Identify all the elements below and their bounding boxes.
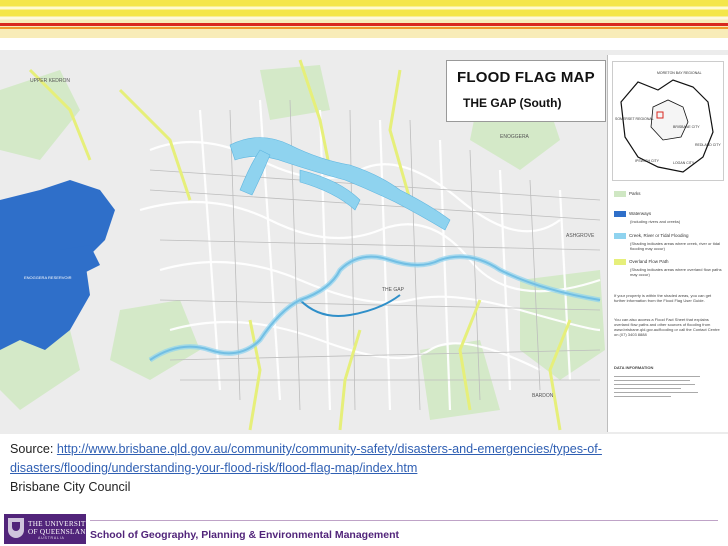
data-information-block: [614, 373, 709, 423]
map-title-box: FLOOD FLAG MAP THE GAP (South): [446, 60, 606, 122]
source-line: Source: http://www.brisbane.qld.gov.au/c…: [10, 440, 728, 459]
university-crest-icon: [8, 518, 24, 538]
label-enoggera: ENOGGERA: [500, 134, 530, 140]
legend-label-overland: Overland Flow Path: [629, 259, 669, 265]
legend-note-overland: (Shading indicates areas where overland …: [630, 267, 722, 277]
data-information-heading: DATA INFORMATION: [614, 365, 654, 370]
label-enoggera-reservoir: ENOGGERA RESERVOIR: [24, 275, 72, 280]
label-bardon: BARDON: [532, 393, 554, 399]
source-attribution: Brisbane City Council: [10, 480, 131, 494]
legend-item-flooding: Creek, River or Tidal Flooding: [614, 233, 689, 239]
inset-label-brisbane: BRISBANE CITY: [673, 125, 700, 129]
waterways-swatch: [614, 211, 626, 217]
overland-swatch: [614, 259, 626, 265]
label-ashgrove: ASHGROVE: [566, 233, 595, 239]
source-link-continued[interactable]: disasters/flooding/understanding-your-fl…: [10, 461, 417, 475]
logo-line-3: AUSTRALIA: [38, 536, 65, 540]
map-title: FLOOD FLAG MAP: [457, 69, 595, 86]
inset-label-ipswich: IPSWICH CITY: [635, 159, 660, 163]
footer-divider: [90, 520, 718, 521]
legend-item-waterways: Waterways: [614, 211, 651, 217]
logo-line-2: OF QUEENSLAND: [28, 528, 92, 536]
label-the-gap: THE GAP: [382, 287, 405, 293]
university-logo: THE UNIVERSITY OF QUEENSLAND AUSTRALIA: [4, 514, 91, 544]
footer: THE UNIVERSITY OF QUEENSLAND AUSTRALIA S…: [0, 508, 728, 546]
inset-map-graphic: MORETON BAY REGIONAL BRISBANE CITY IPSWI…: [615, 71, 721, 173]
flooding-swatch: [614, 233, 626, 239]
inset-label-somerset: SOMERSET REGIONAL: [615, 117, 654, 121]
map-legend-panel: MORETON BAY REGIONAL BRISBANE CITY IPSWI…: [607, 55, 728, 432]
legend-fact-sheet-note: You can also access a Flood Fact Sheet t…: [614, 317, 720, 337]
inset-label-moreton: MORETON BAY REGIONAL: [657, 71, 702, 75]
top-red-line: [0, 23, 728, 26]
parks-swatch: [614, 191, 626, 197]
top-orange-line: [0, 27, 728, 29]
source-prefix: Source:: [10, 442, 57, 456]
top-decorative-bar: [0, 0, 728, 38]
legend-note-waterways: (Including rivers and creeks): [630, 219, 681, 224]
map-subtitle: THE GAP (South): [463, 96, 562, 110]
source-line-2: disasters/flooding/understanding-your-fl…: [10, 459, 728, 478]
legend-label-parks: Parks: [629, 191, 641, 197]
inset-label-redland: REDLAND CITY: [695, 143, 721, 147]
legend-label-flooding: Creek, River or Tidal Flooding: [629, 233, 689, 239]
locality-inset-map: MORETON BAY REGIONAL BRISBANE CITY IPSWI…: [612, 61, 724, 181]
legend-label-waterways: Waterways: [629, 211, 652, 217]
legend-user-guide-note: If your property is within the shaded ar…: [614, 293, 712, 303]
logo-line-1: THE UNIVERSITY: [28, 520, 92, 528]
legend-item-parks: Parks: [614, 191, 641, 197]
legend-item-overland: Overland Flow Path: [614, 259, 669, 265]
source-link[interactable]: http://www.brisbane.qld.gov.au/community…: [57, 442, 602, 456]
label-upper-kedron: UPPER KEDRON: [30, 78, 70, 84]
inset-label-logan: LOGAN CITY: [673, 161, 695, 165]
legend-note-flooding: (Shading indicates areas where creek, ri…: [630, 241, 721, 251]
school-name: School of Geography, Planning & Environm…: [90, 529, 400, 541]
